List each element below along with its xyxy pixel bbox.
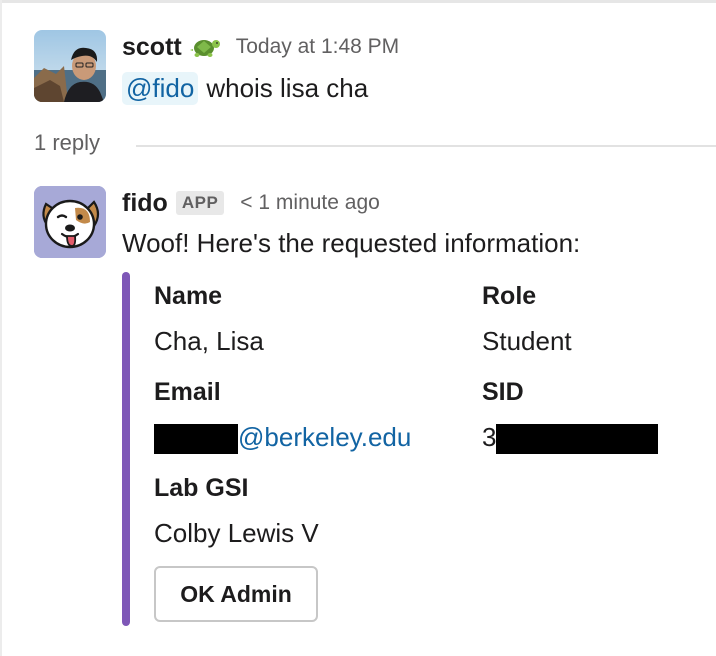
field-label-role: Role [482,282,537,310]
field-value-email: @berkeley.edu [154,422,411,455]
ok-admin-button[interactable]: OK Admin [154,566,318,622]
message-header: scott Today at 1:48 PM [122,30,399,64]
email-link[interactable]: @berkeley.edu [238,422,411,452]
message-timestamp[interactable]: Today at 1:48 PM [236,35,399,59]
message-text: Woof! Here's the requested information: [122,228,581,258]
redaction-block [496,424,659,455]
thread-divider [136,145,716,147]
field-label-lab-gsi: Lab GSI [154,474,249,502]
bot-avatar[interactable] [34,186,106,258]
app-badge: APP [175,191,225,215]
top-divider [0,0,716,3]
field-label-name: Name [154,282,223,310]
left-divider [0,0,2,656]
turtle-icon[interactable] [189,34,222,60]
user-mention[interactable]: @fido [122,72,199,105]
redaction-block [154,424,238,455]
field-value-name: Cha, Lisa [154,326,264,356]
bot-name[interactable]: fido [122,189,168,218]
username[interactable]: scott [122,33,182,62]
field-value-role: Student [482,326,572,356]
message-timestamp[interactable]: < 1 minute ago [240,191,380,215]
attachment-accent-bar [122,272,130,626]
message-text: @fido whois lisa cha [122,72,368,105]
field-value-lab-gsi: Colby Lewis V [154,518,319,548]
message-content: whois lisa cha [206,73,369,103]
field-value-sid: 3 [482,422,659,455]
user-avatar[interactable] [34,30,106,102]
thread-replies-link[interactable]: 1 reply [34,130,100,156]
sid-prefix: 3 [482,422,497,452]
field-label-sid: SID [482,378,524,406]
field-label-email: Email [154,378,221,406]
message-header: fido APP < 1 minute ago [122,186,380,220]
